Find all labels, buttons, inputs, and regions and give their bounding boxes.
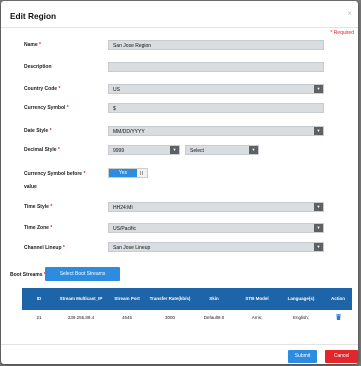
toggle-on-label: Yes	[109, 169, 137, 177]
chevron-down-icon: ▼	[170, 146, 179, 154]
currency-before-label: Currency Symbol before *	[24, 171, 86, 177]
column-header: Action	[324, 288, 352, 310]
channel-lineup-label: Channel Lineup *	[24, 245, 65, 251]
country-code-label: Country Code *	[24, 86, 61, 92]
chevron-down-icon: ▼	[249, 146, 258, 154]
select-boot-streams-button[interactable]: Select Boot Streams	[45, 267, 120, 281]
decimal-style-label: Decimal Style *	[24, 147, 60, 153]
column-header: STB Model	[236, 288, 278, 310]
column-header: Stream Multicast_IP	[56, 288, 106, 310]
table-cell: English;	[292, 315, 309, 320]
channel-lineup-select[interactable]: San Jose Lineup ▼	[108, 242, 324, 252]
currency-before-toggle[interactable]: Yes	[108, 168, 148, 178]
header-divider	[1, 27, 358, 28]
edit-region-dialog: Edit Region × * Required Name * San Jose…	[1, 1, 358, 364]
chevron-down-icon: ▼	[314, 85, 323, 93]
description-label: Description	[24, 64, 52, 70]
name-label: Name *	[24, 42, 41, 48]
date-style-label: Date Style *	[24, 128, 52, 134]
country-code-select[interactable]: US ▼	[108, 84, 324, 94]
decimal-separator-select[interactable]: Select ▼	[185, 145, 259, 155]
chevron-down-icon: ▼	[314, 203, 323, 211]
chevron-down-icon: ▼	[314, 243, 323, 251]
column-header: Transfer Rate(kb/s)	[148, 288, 192, 310]
time-style-select[interactable]: HH24:MI ▼	[108, 202, 324, 212]
column-header: Language(s)	[278, 288, 324, 310]
description-input[interactable]	[108, 62, 324, 72]
chevron-down-icon: ▼	[314, 224, 323, 232]
required-note: * Required	[330, 30, 354, 36]
currency-symbol-label: Currency Symbol *	[24, 105, 69, 111]
close-icon[interactable]: ×	[347, 10, 352, 18]
chevron-down-icon: ▼	[314, 127, 323, 135]
boot-streams-table: ID Stream Multicast_IP Stream Port Trans…	[22, 288, 352, 325]
table-row: 21 239.255.89.4 4545 3000 Default8.0 Arr…	[22, 310, 352, 325]
decimal-style-select[interactable]: 9999 ▼	[108, 145, 180, 155]
currency-before-label-line2: value	[24, 184, 37, 190]
toggle-grip-icon	[140, 171, 143, 175]
column-header: Skin	[192, 288, 236, 310]
table-cell: Arris;	[251, 315, 263, 320]
cancel-button[interactable]: Cancel	[325, 350, 358, 363]
boot-streams-label: Boot Streams *	[10, 272, 46, 278]
table-header-row: ID Stream Multicast_IP Stream Port Trans…	[22, 288, 352, 310]
table-cell: 4545	[121, 315, 132, 320]
time-zone-select[interactable]: US/Pacific ▼	[108, 223, 324, 233]
table-cell: 3000	[164, 315, 175, 320]
table-cell: Default8.0	[203, 315, 225, 320]
trash-icon[interactable]	[335, 314, 341, 320]
name-input[interactable]: San Jose Region	[108, 40, 324, 50]
dialog-title: Edit Region	[10, 11, 57, 21]
submit-button[interactable]: Submit	[288, 350, 317, 363]
time-zone-label: Time Zone *	[24, 225, 53, 231]
table-cell: 239.255.89.4	[67, 315, 95, 320]
date-style-select[interactable]: MM/DD/YYYY ▼	[108, 126, 324, 136]
column-header: ID	[22, 288, 56, 310]
column-header: Stream Port	[106, 288, 148, 310]
footer-divider	[1, 344, 358, 345]
table-cell: 21	[36, 315, 42, 320]
currency-symbol-input[interactable]: $	[108, 103, 324, 113]
action-cell	[324, 310, 352, 325]
time-style-label: Time Style *	[24, 204, 53, 210]
